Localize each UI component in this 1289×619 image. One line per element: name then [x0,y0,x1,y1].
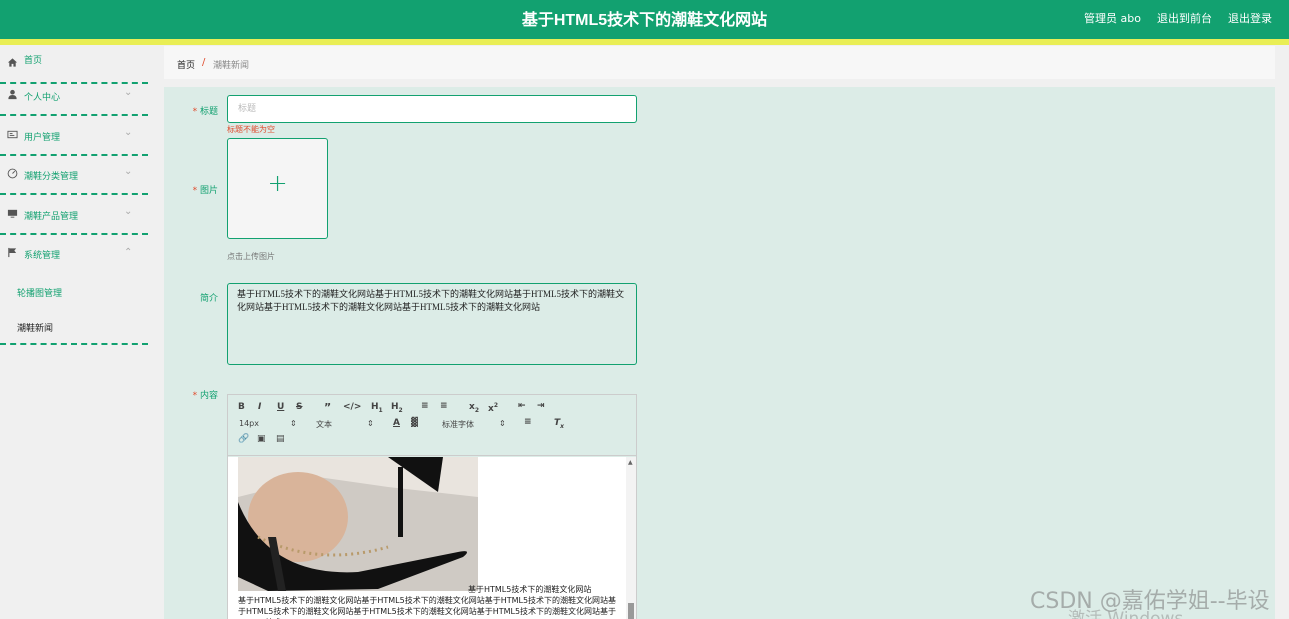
intro-textarea[interactable]: 基于HTML5技术下的潮鞋文化网站基于HTML5技术下的潮鞋文化网站基于HTML… [227,283,637,365]
windows-activation-watermark: 激活 Windows [1068,609,1184,619]
breadcrumb-separator: / [202,57,206,68]
user-icon [6,89,18,101]
editor-text-line-2: 基于HTML5技术下的潮鞋文化网站基于HTML5技术下的潮鞋文化网站基于HTML… [238,596,617,619]
monitor-icon [6,208,18,220]
intro-label: 简介 [199,294,218,304]
image-upload-box[interactable]: + [227,138,328,239]
id-card-icon [6,129,18,141]
blockquote-icon[interactable]: ” [324,401,331,414]
breadcrumb-home[interactable]: 首页 [177,58,195,71]
select-arrow-icon: ⇕ [367,419,374,428]
image-icon[interactable]: ▣ [257,434,266,444]
sidebar: 首页 个人中心 ⌄ 用户管理 ⌄ 潮鞋分类管理 ⌄ 潮鞋产品管理 ⌄ 系统管理 … [0,45,148,619]
heading1-button[interactable]: H1 [371,402,383,414]
breadcrumb-current: 潮鞋新闻 [213,61,250,71]
code-icon[interactable]: </> [343,402,361,412]
chevron-down-icon: ⌄ [124,127,133,138]
link-icon[interactable]: 🔗 [238,434,249,444]
strike-button[interactable]: S [296,402,302,412]
heading2-button[interactable]: H2 [391,402,403,414]
sidebar-subitem-carousel[interactable]: 轮播图管理 [17,286,62,299]
indent-icon[interactable]: ⇥ [537,401,545,411]
upload-hint: 点击上传图片 [227,252,275,261]
sidebar-item-product-management[interactable]: 潮鞋产品管理 ⌄ [0,196,148,235]
editor-toolbar: B I U S ” </> H1 H2 ≡ ≡ x2 x2 ⇤ ⇥ 14px ⇕… [228,395,636,456]
required-mark: * [192,391,198,401]
sidebar-item-label: 潮鞋产品管理 [24,212,79,222]
select-arrow-icon: ⇕ [499,419,506,428]
italic-button[interactable]: I [258,402,261,412]
editor-text-line-1: 基于HTML5技术下的潮鞋文化网站 [468,585,592,594]
scroll-up-icon[interactable]: ▲ [628,459,633,466]
superscript-button[interactable]: x2 [488,402,498,414]
chevron-down-icon: ⌄ [124,166,133,177]
title-error-message: 标题不能为空 [227,125,275,134]
plus-icon: + [267,169,288,197]
underline-button[interactable]: U [277,402,284,412]
admin-user-label: 管理员 abo [1084,12,1141,25]
select-arrow-icon: ⇕ [290,419,297,428]
flag-icon [6,247,18,259]
editor-body-text: 基于HTML5技术下的潮鞋文化网站 基于HTML5技术下的潮鞋文化网站基于HTM… [238,584,623,619]
logout-link[interactable]: 退出登录 [1228,10,1272,26]
sidebar-item-system-management[interactable]: 系统管理 ⌃ 轮播图管理 潮鞋新闻 [0,235,148,345]
font-family-select[interactable]: 标准字体 [442,419,474,430]
bold-button[interactable]: B [238,402,245,412]
bullet-list-icon[interactable]: ≡ [440,401,448,411]
sidebar-subitem-news[interactable]: 潮鞋新闻 [17,321,53,334]
title-label: * 标题 [168,104,218,117]
editor-scrollbar[interactable]: ▲ [626,457,636,619]
gauge-icon [6,168,18,180]
breadcrumb: 首页 / 潮鞋新闻 [164,46,1275,79]
subscript-button[interactable]: x2 [469,402,479,414]
chevron-down-icon: ⌄ [124,206,133,217]
content-label: * 内容 [168,388,218,401]
clear-format-icon[interactable]: Tx [554,418,564,430]
sidebar-item-label: 潮鞋分类管理 [24,172,79,182]
sidebar-item-user-management[interactable]: 用户管理 ⌄ [0,117,148,156]
scrollbar-thumb[interactable] [628,603,634,619]
outdent-icon[interactable]: ⇤ [518,401,526,411]
sidebar-item-label: 个人中心 [24,93,61,103]
sidebar-item-label: 用户管理 [24,133,61,143]
header-accent-bar [0,39,1289,45]
news-form: * 标题 标题 标题不能为空 * 图片 + 点击上传图片 简介 基于HTML5技… [164,87,1275,619]
back-to-front-link[interactable]: 退出到前台 [1157,10,1212,26]
font-size-select[interactable]: 14px [239,419,259,428]
chevron-up-icon: ⌃ [124,247,133,258]
chevron-down-icon: ⌄ [124,87,133,98]
editor-content[interactable]: 基于HTML5技术下的潮鞋文化网站 基于HTML5技术下的潮鞋文化网站基于HTM… [228,457,636,619]
content-label-text: 内容 [199,391,218,401]
title-label-text: 标题 [199,107,218,117]
ordered-list-icon[interactable]: ≡ [421,401,429,411]
sidebar-item-label: 首页 [24,56,43,66]
sidebar-item-personal-center[interactable]: 个人中心 ⌄ [0,77,148,116]
title-input[interactable]: 标题 [227,95,637,123]
required-mark: * [192,107,198,117]
video-icon[interactable]: ▤ [276,434,285,444]
home-icon [6,57,18,69]
rich-text-editor: B I U S ” </> H1 H2 ≡ ≡ x2 x2 ⇤ ⇥ 14px ⇕… [227,394,637,619]
sidebar-item-label: 系统管理 [24,251,61,261]
align-icon[interactable]: ≡ [524,417,532,427]
shoe-image [238,457,478,591]
background-color-icon[interactable]: ▓ [411,418,418,428]
image-label: * 图片 [168,183,218,196]
heading-select[interactable]: 文本 [316,419,332,430]
required-mark: * [192,186,198,196]
font-color-icon[interactable]: A [393,418,400,428]
image-label-text: 图片 [199,186,218,196]
top-header: 基于HTML5技术下的潮鞋文化网站 管理员 abo 退出到前台 退出登录 [0,0,1289,39]
sidebar-item-category-management[interactable]: 潮鞋分类管理 ⌄ [0,156,148,195]
